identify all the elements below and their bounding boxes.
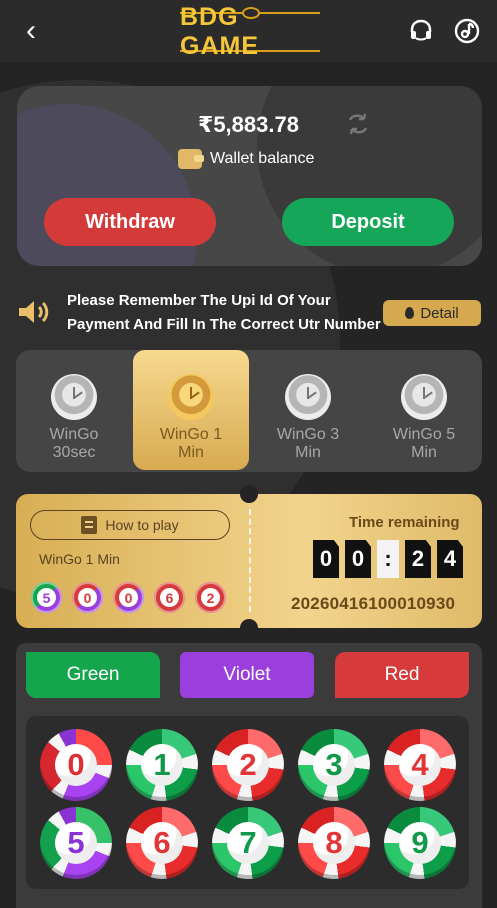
ball-number: 3 (313, 744, 355, 786)
notice-bar: Please Remember The Upi Id Of Your Payme… (16, 289, 482, 335)
how-to-play-button[interactable]: How to play (30, 510, 230, 540)
countdown-digit: 0 (313, 540, 339, 578)
ticket-bottom-notch (240, 619, 258, 637)
recent-result-ball: 6 (154, 582, 185, 613)
countdown-digit: 2 (405, 540, 431, 578)
ticket-top-notch (240, 485, 258, 503)
tab-label-line1: WinGo 5 (392, 426, 456, 443)
bdg-game-logo: BDG GAME (180, 3, 320, 60)
detail-label: Detail (420, 304, 459, 322)
tab-label-line1: WinGo (49, 426, 99, 443)
number-ball-0[interactable]: 0 (40, 729, 112, 801)
ball-number: 5 (55, 822, 97, 864)
withdraw-button[interactable]: Withdraw (44, 198, 216, 246)
fire-icon (405, 307, 415, 319)
music-icon-svg (454, 18, 480, 44)
tab-label-line1: WinGo 3 (276, 426, 340, 443)
recent-result-number: 2 (201, 588, 220, 607)
clock-icon (285, 374, 331, 420)
number-ball-8[interactable]: 8 (298, 807, 370, 879)
wallet-balance-label: Wallet balance (178, 149, 314, 169)
recent-result-ball: 0 (113, 582, 144, 613)
recent-results: 5 0 0 6 2 (31, 582, 226, 613)
detail-button[interactable]: Detail (383, 300, 481, 326)
recent-result-ball: 2 (195, 582, 226, 613)
time-remaining-label: Time remaining (349, 514, 460, 531)
tab-label-line2: 30sec (52, 444, 96, 461)
current-mode-label: WinGo 1 Min (39, 551, 120, 567)
document-icon (81, 516, 98, 534)
ball-number: 9 (399, 822, 441, 864)
number-ball-5[interactable]: 5 (40, 807, 112, 879)
tab-label-line2: Min (178, 444, 204, 461)
countdown-digit: 4 (437, 540, 463, 578)
notice-text: Please Remember The Upi Id Of Your Payme… (67, 292, 381, 333)
back-icon[interactable]: ‹ (16, 16, 46, 46)
number-ball-board: 0 1 2 3 4 5 6 7 8 9 (26, 716, 469, 889)
ball-number: 1 (141, 744, 183, 786)
number-ball-7[interactable]: 7 (212, 807, 284, 879)
recent-result-ball: 5 (31, 582, 62, 613)
tab-label-line2: Min (411, 444, 437, 461)
tab-wingo-30sec[interactable]: WinGo 30sec (16, 350, 132, 470)
countdown-separator: : (377, 540, 399, 578)
number-ball-4[interactable]: 4 (384, 729, 456, 801)
bet-red-button[interactable]: Red (335, 652, 469, 698)
ticket-divider (249, 509, 251, 612)
clock-icon (168, 374, 214, 420)
refresh-icon[interactable] (344, 111, 372, 137)
music-icon[interactable] (453, 17, 481, 45)
tab-wingo-1-min[interactable]: WinGo 1 Min (133, 350, 249, 470)
countdown-digit: 0 (345, 540, 371, 578)
tab-wingo-3-min[interactable]: WinGo 3 Min (250, 350, 366, 470)
recent-result-number: 6 (160, 588, 179, 607)
deposit-button[interactable]: Deposit (282, 198, 454, 246)
recent-result-number: 5 (37, 588, 56, 607)
lottery-game-page: ‹ BDG GAME ₹5,883.78 Wallet balance With… (0, 0, 497, 908)
round-ticket: How to play WinGo 1 Min 5 0 0 6 2 Time r… (16, 485, 482, 637)
header-actions (407, 17, 481, 45)
ball-number: 8 (313, 822, 355, 864)
clock-icon (51, 374, 97, 420)
number-ball-6[interactable]: 6 (126, 807, 198, 879)
ball-number: 6 (141, 822, 183, 864)
period-number: 20260416100010930 (291, 594, 456, 613)
game-mode-tabs: WinGo 30sec WinGo 1 Min WinGo 3 Min WinG… (16, 350, 482, 472)
wallet-icon (178, 149, 204, 169)
tab-wingo-5-min[interactable]: WinGo 5 Min (366, 350, 482, 470)
number-ball-1[interactable]: 1 (126, 729, 198, 801)
headset-icon-svg (410, 19, 432, 41)
top-header: ‹ BDG GAME (0, 0, 497, 62)
bet-violet-button[interactable]: Violet (180, 652, 314, 698)
tab-label-line2: Min (295, 444, 321, 461)
bet-green-button[interactable]: Green (26, 652, 160, 698)
speaker-icon (19, 301, 49, 323)
wallet-label-text: Wallet balance (210, 150, 315, 167)
recent-result-number: 0 (119, 588, 138, 607)
countdown-timer: 0 0 : 2 4 (313, 540, 463, 578)
recent-result-number: 0 (78, 588, 97, 607)
number-ball-9[interactable]: 9 (384, 807, 456, 879)
bet-panel: Green Violet Red 0 1 2 3 4 5 6 7 8 9 (16, 643, 482, 908)
recent-result-ball: 0 (72, 582, 103, 613)
wallet-balance: ₹5,883.78 (198, 112, 299, 137)
number-ball-2[interactable]: 2 (212, 729, 284, 801)
ball-number: 0 (55, 744, 97, 786)
ball-number: 7 (227, 822, 269, 864)
headset-icon[interactable] (407, 17, 435, 45)
tab-label-line1: WinGo 1 (159, 426, 223, 443)
number-ball-3[interactable]: 3 (298, 729, 370, 801)
how-to-play-label: How to play (105, 517, 179, 533)
ball-number: 2 (227, 744, 269, 786)
clock-icon (401, 374, 447, 420)
ball-number: 4 (399, 744, 441, 786)
